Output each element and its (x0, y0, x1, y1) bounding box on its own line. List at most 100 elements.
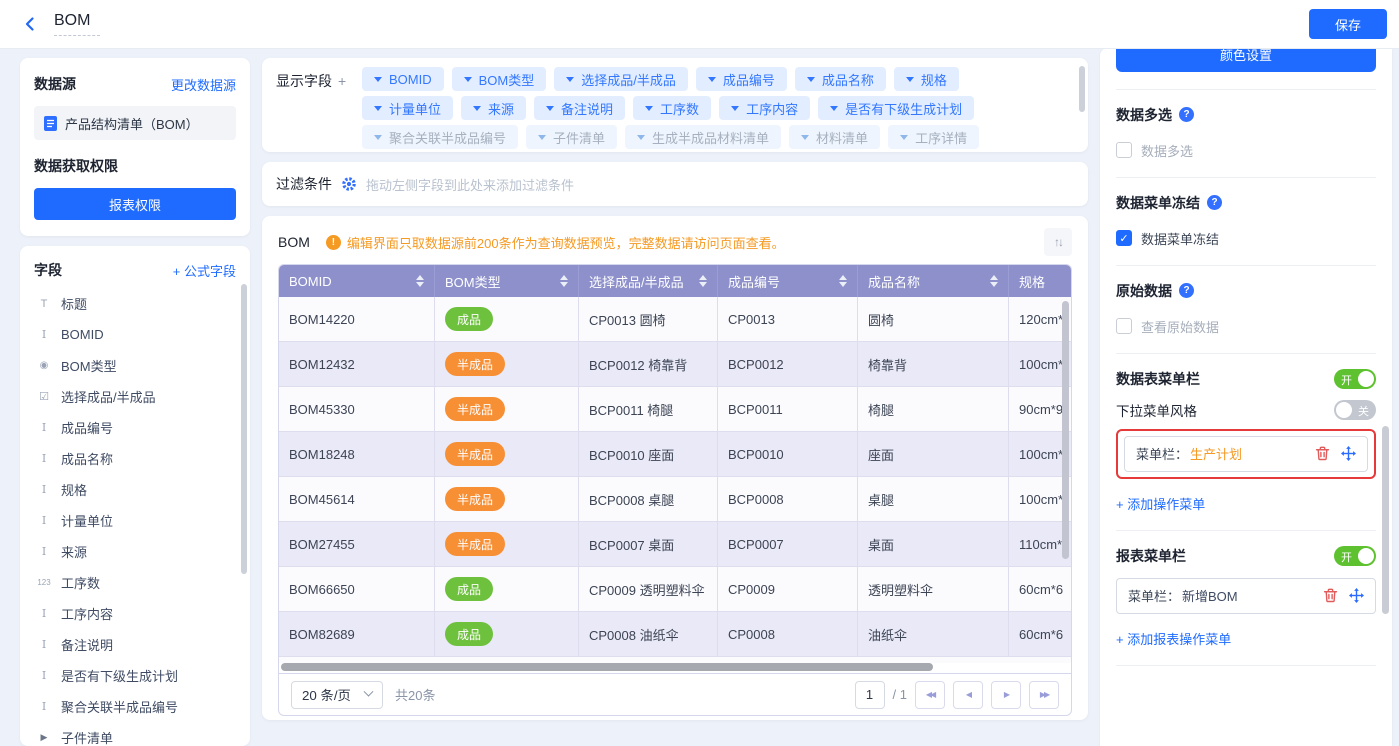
table-row[interactable]: BOM82689成品CP0008 油纸伞CP0008油纸伞60cm*6 (279, 612, 1071, 657)
help-icon[interactable]: ? (1179, 107, 1194, 122)
last-page-button[interactable]: ▶▶ (1029, 681, 1059, 709)
table-row[interactable]: BOM27455半成品BCP0007 桌面BCP0007桌面110cm* (279, 522, 1071, 567)
first-page-button[interactable]: ◀◀ (915, 681, 945, 709)
display-field-chip[interactable]: 成品名称 (795, 67, 886, 91)
checkbox-icon: ☑ (36, 390, 52, 403)
add-action-menu-link[interactable]: + 添加操作菜单 (1116, 494, 1205, 513)
sort-icon[interactable] (416, 275, 424, 287)
chip-label: 成品名称 (822, 70, 874, 89)
column-header[interactable]: 规格 (1009, 265, 1071, 297)
column-header[interactable]: BOMID (279, 265, 435, 297)
table-row[interactable]: BOM18248半成品BCP0010 座面BCP0010座面100cm* (279, 432, 1071, 477)
display-field-chip[interactable]: 选择成品/半成品 (554, 67, 688, 91)
report-menu-toggle[interactable]: 开 (1334, 546, 1376, 566)
display-field-chip[interactable]: 生成半成品材料清单 (625, 125, 781, 149)
change-datasource-link[interactable]: 更改数据源 (171, 75, 236, 94)
sort-icon[interactable] (990, 275, 998, 287)
save-button[interactable]: 保存 (1309, 9, 1387, 39)
report-menu-item[interactable]: 菜单栏： 新增BOM (1116, 578, 1376, 614)
report-permission-button[interactable]: 报表权限 (34, 188, 236, 220)
fields-scrollbar-thumb[interactable] (241, 284, 247, 574)
add-display-field-button[interactable]: + (338, 73, 346, 89)
back-button[interactable] (22, 16, 38, 32)
report-menu-item-value[interactable]: 新增BOM (1182, 586, 1238, 605)
table-row[interactable]: BOM66650成品CP0009 透明塑料伞CP0009透明塑料伞60cm*6 (279, 567, 1071, 612)
add-report-action-menu-link[interactable]: + 添加报表操作菜单 (1116, 629, 1231, 648)
field-item[interactable]: I计量单位 (30, 505, 240, 536)
move-menu-button[interactable] (1341, 446, 1356, 461)
display-field-chip[interactable]: 工序数 (633, 96, 711, 120)
dropdown-style-toggle[interactable]: 关 (1334, 400, 1376, 420)
bom-type-pill: 成品 (445, 622, 493, 646)
next-page-button[interactable]: ▶ (991, 681, 1021, 709)
datasource-item[interactable]: 产品结构清单（BOM） (34, 106, 236, 140)
settings-scrollbar-thumb[interactable] (1382, 426, 1389, 614)
table-horizontal-scrollbar-thumb[interactable] (281, 663, 933, 671)
filter-dropzone-placeholder[interactable]: 拖动左侧字段到此处来添加过滤条件 (366, 175, 574, 194)
column-header[interactable]: 成品名称 (858, 265, 1009, 297)
sort-icon[interactable] (839, 275, 847, 287)
sort-icon[interactable] (560, 275, 568, 287)
delete-menu-button[interactable] (1315, 446, 1330, 461)
text-icon: I (36, 638, 52, 651)
display-field-chip[interactable]: 成品编号 (696, 67, 787, 91)
display-field-chip[interactable]: 是否有下级生成计划 (818, 96, 974, 120)
table-row[interactable]: BOM14220成品CP0013 圆椅CP0013圆椅120cm* (279, 297, 1071, 342)
current-page-input[interactable]: 1 (855, 681, 885, 709)
field-item[interactable]: I成品编号 (30, 412, 240, 443)
field-item[interactable]: ◉BOM类型 (30, 350, 240, 381)
display-field-chip[interactable]: BOM类型 (452, 67, 547, 91)
table-row[interactable]: BOM45614半成品BCP0008 桌腿BCP0008桌腿100cm* (279, 477, 1071, 522)
table-menu-item[interactable]: 菜单栏： 生产计划 (1124, 436, 1368, 472)
menu-freeze-checkbox[interactable]: ✓ (1116, 230, 1132, 246)
prev-page-button[interactable]: ◀ (953, 681, 983, 709)
table-vertical-scrollbar-thumb[interactable] (1062, 301, 1069, 559)
display-field-chip[interactable]: 规格 (894, 67, 959, 91)
column-header[interactable]: 成品编号 (718, 265, 858, 297)
field-item[interactable]: T标题 (30, 288, 240, 319)
field-item[interactable]: ▶子件清单 (30, 722, 240, 746)
table-menu-toggle[interactable]: 开 (1334, 369, 1376, 389)
column-header[interactable]: 选择成品/半成品 (579, 265, 718, 297)
display-field-chip[interactable]: 计量单位 (362, 96, 453, 120)
field-item[interactable]: I备注说明 (30, 629, 240, 660)
table-menu-item-value[interactable]: 生产计划 (1190, 444, 1242, 463)
multi-select-checkbox[interactable] (1116, 142, 1132, 158)
field-item[interactable]: IBOMID (30, 319, 240, 350)
help-icon[interactable]: ? (1179, 283, 1194, 298)
table-row[interactable]: BOM12432半成品BCP0012 椅靠背BCP0012椅靠背100cm* (279, 342, 1071, 387)
field-item[interactable]: I来源 (30, 536, 240, 567)
display-field-chip[interactable]: 聚合关联半成品编号 (362, 125, 518, 149)
move-menu-button[interactable] (1349, 588, 1364, 603)
field-item[interactable]: I成品名称 (30, 443, 240, 474)
table-row[interactable]: BOM45330半成品BCP0011 椅腿BCP0011椅腿90cm*9 (279, 387, 1071, 432)
display-field-chip[interactable]: BOMID (362, 67, 444, 91)
raw-data-checkbox[interactable] (1116, 318, 1132, 334)
field-label: 是否有下级生成计划 (61, 666, 178, 685)
table-sort-button[interactable]: ↑↓ (1044, 228, 1072, 256)
gear-icon[interactable] (341, 176, 357, 192)
column-header[interactable]: BOM类型 (435, 265, 579, 297)
color-settings-button[interactable]: 颜色设置 (1116, 48, 1376, 72)
total-pages: / 1 (893, 687, 907, 702)
field-item[interactable]: I聚合关联半成品编号 (30, 691, 240, 722)
delete-menu-button[interactable] (1323, 588, 1338, 603)
display-field-chip[interactable]: 材料清单 (789, 125, 880, 149)
field-item[interactable]: 123工序数 (30, 567, 240, 598)
help-icon[interactable]: ? (1207, 195, 1222, 210)
display-field-chip[interactable]: 工序详情 (888, 125, 979, 149)
menu-freeze-section: 数据菜单冻结 ? ✓ 数据菜单冻结 (1116, 178, 1376, 266)
add-formula-field-link[interactable]: + 公式字段 (173, 261, 236, 280)
sort-icon[interactable] (699, 275, 707, 287)
chips-scrollbar-thumb[interactable] (1079, 66, 1085, 112)
display-field-chip[interactable]: 来源 (461, 96, 526, 120)
field-item[interactable]: I是否有下级生成计划 (30, 660, 240, 691)
page-size-select[interactable]: 20 条/页 (291, 681, 383, 709)
field-item[interactable]: I规格 (30, 474, 240, 505)
display-field-chip[interactable]: 工序内容 (719, 96, 810, 120)
last-page-icon: ▶▶ (1040, 690, 1048, 699)
display-field-chip[interactable]: 备注说明 (534, 96, 625, 120)
field-item[interactable]: ☑选择成品/半成品 (30, 381, 240, 412)
field-item[interactable]: I工序内容 (30, 598, 240, 629)
display-field-chip[interactable]: 子件清单 (526, 125, 617, 149)
